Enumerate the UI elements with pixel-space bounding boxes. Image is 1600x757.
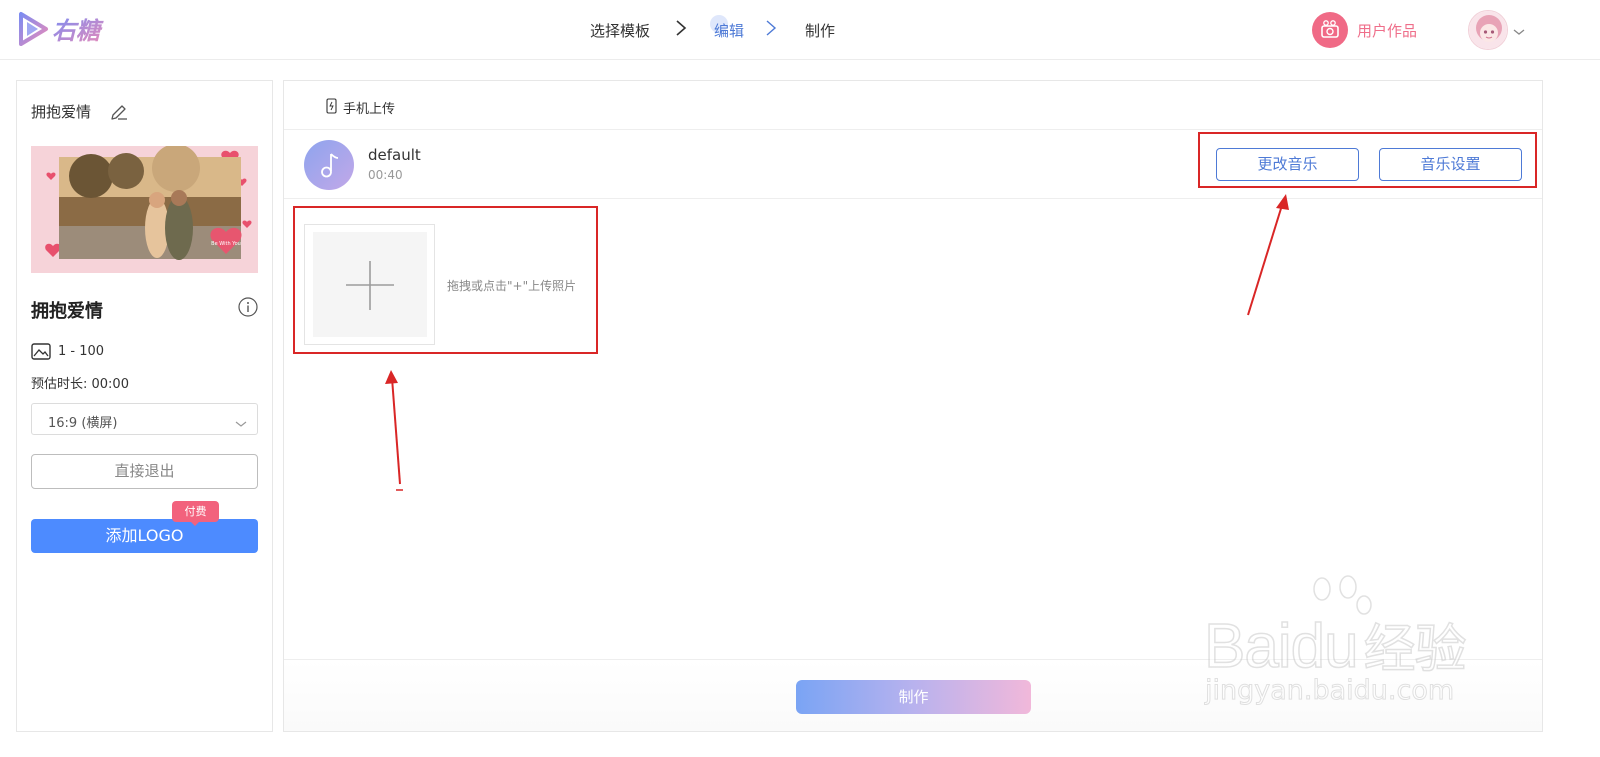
watermark-url: jingyan.baidu.com (1204, 675, 1455, 707)
arrow-to-music-buttons (1247, 194, 1289, 316)
arrow-to-upload-area (385, 370, 403, 491)
watermark-brand: Baidu 经验 (1203, 611, 1467, 682)
baidu-watermark: Baidu 经验 jingyan.baidu.com (1200, 575, 1500, 715)
